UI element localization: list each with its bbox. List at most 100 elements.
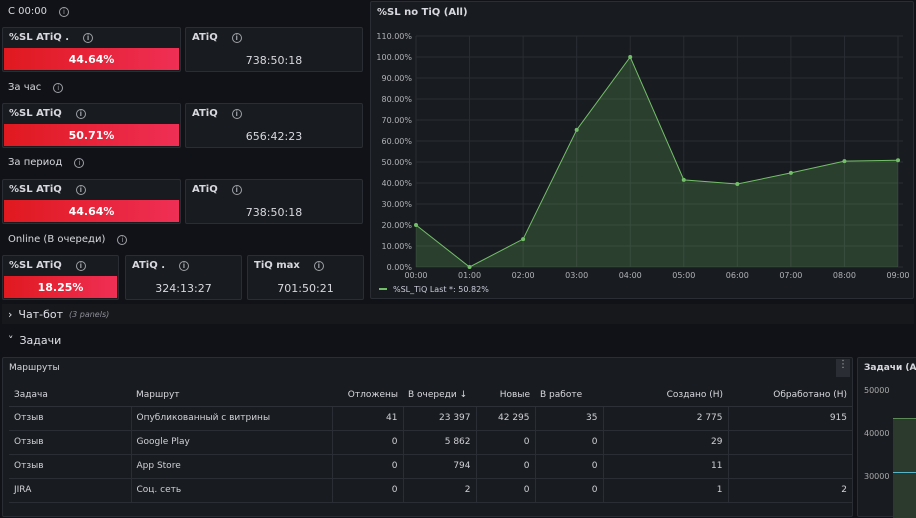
table-cell: 0 xyxy=(332,430,404,455)
table-cell: 794 xyxy=(403,454,477,479)
table-row: Отзыв App Store 0 794 0 0 11 xyxy=(9,454,852,479)
table-cell: Отзыв xyxy=(9,454,132,479)
table-cell xyxy=(728,454,852,479)
table-cell: 2 775 xyxy=(603,406,729,431)
x-tick-label: 08:00 xyxy=(833,271,856,280)
info-icon[interactable]: i xyxy=(75,108,86,119)
line-chart: 0.00%10.00%20.00%30.00%40.00%50.00%60.00… xyxy=(376,32,909,294)
table-cell: App Store xyxy=(131,454,333,479)
stat-value: 50.71% xyxy=(4,124,179,146)
y-tick-label: 30.00% xyxy=(381,200,412,209)
data-point xyxy=(842,159,847,164)
stat-value: 44.64% xyxy=(4,200,179,222)
stat-value: 656:42:23 xyxy=(245,130,303,143)
data-point xyxy=(574,127,579,132)
section-header: Online (В очереди) i xyxy=(8,234,128,245)
col-processed[interactable]: Обработано (H) xyxy=(728,384,852,407)
chevron-down-icon: ˅ xyxy=(8,333,14,347)
tasks-chart-panel: Задачи (All 50000 40000 30000 xyxy=(857,357,916,518)
col-queued[interactable]: В очереди ↓ xyxy=(403,384,476,407)
table-cell: 0 xyxy=(476,478,536,503)
table-cell: 35 xyxy=(535,406,604,431)
stat-panel-tiq-max: TiQ max i 701:50:21 xyxy=(247,255,364,300)
stat-value: 44.64% xyxy=(4,48,179,70)
info-icon[interactable]: i xyxy=(231,108,242,119)
y-tick-label: 60.00% xyxy=(381,137,412,146)
stat-value: 738:50:18 xyxy=(245,206,303,219)
section-header: С 00:00 i xyxy=(8,6,69,17)
section-title: Online (В очереди) xyxy=(8,234,106,245)
data-point xyxy=(896,158,900,163)
table-cell: Соц. сеть xyxy=(131,478,333,503)
info-icon[interactable]: i xyxy=(179,260,189,271)
panel-title: %SL ATiQ xyxy=(9,184,62,195)
info-icon[interactable]: i xyxy=(75,260,86,271)
info-icon[interactable]: i xyxy=(83,32,94,43)
table-cell: 0 xyxy=(535,454,604,479)
stat-panel-sl: %SL ATiQ . i 44.64% xyxy=(2,27,181,72)
line-series xyxy=(893,472,916,473)
data-point xyxy=(681,177,686,182)
panel-title: ATiQ xyxy=(192,184,218,195)
stat-panel-atiq: ATiQ i 738:50:18 xyxy=(185,179,363,224)
panel-title: Маршруты xyxy=(9,363,60,373)
area-series xyxy=(893,418,916,518)
table-cell: 0 xyxy=(476,430,536,455)
row-chatbot[interactable]: › Чат-бот (3 panels) xyxy=(2,304,914,324)
info-icon[interactable]: i xyxy=(74,157,85,168)
col-deferred[interactable]: Отложены xyxy=(332,384,403,407)
col-in-work[interactable]: В работе xyxy=(535,384,603,407)
y-tick-label: 50000 xyxy=(864,386,890,395)
data-point xyxy=(788,170,793,175)
stat-panel-sl: %SL ATiQ i 44.64% xyxy=(2,179,181,224)
stat-value: 324:13:27 xyxy=(155,282,212,295)
col-created[interactable]: Создано (H) xyxy=(603,384,728,407)
x-tick-label: 02:00 xyxy=(512,271,535,280)
info-icon[interactable]: i xyxy=(58,6,69,17)
table-cell: 42 295 xyxy=(476,406,536,431)
y-tick-label: 40000 xyxy=(864,429,890,438)
panel-menu-icon[interactable]: ⋮ xyxy=(836,359,850,377)
table-cell: Отзыв xyxy=(9,430,132,455)
table-cell: 0 xyxy=(332,454,404,479)
y-tick-label: 100.00% xyxy=(376,53,412,62)
x-tick-label: 01:00 xyxy=(458,271,481,280)
panel-title: ATiQ xyxy=(192,32,218,43)
col-new[interactable]: Новые xyxy=(476,384,535,407)
table-cell: 0 xyxy=(332,478,404,503)
row-title: Чат-бот xyxy=(18,307,63,321)
data-point xyxy=(414,223,418,227)
info-icon[interactable]: i xyxy=(117,234,128,245)
routes-table: Задача Маршрут Отложены В очереди ↓ Новы… xyxy=(9,384,852,503)
row-panel-count: (3 panels) xyxy=(69,309,110,319)
info-icon[interactable]: i xyxy=(53,82,64,93)
data-point xyxy=(467,265,472,269)
info-icon[interactable]: i xyxy=(75,184,86,195)
x-tick-label: 03:00 xyxy=(565,271,588,280)
section-title: За час xyxy=(8,82,42,93)
y-tick-label: 80.00% xyxy=(381,95,412,104)
info-icon[interactable]: i xyxy=(231,184,242,195)
stat-panel-atiq: ATiQ . i 324:13:27 xyxy=(125,255,242,300)
row-title: Задачи xyxy=(19,333,62,347)
info-icon[interactable]: i xyxy=(313,260,324,271)
stat-value: 701:50:21 xyxy=(277,282,334,295)
panel-title: ATiQ xyxy=(192,108,218,119)
info-icon[interactable]: i xyxy=(231,32,242,43)
table-cell: 11 xyxy=(603,454,729,479)
x-tick-label: 07:00 xyxy=(779,271,802,280)
row-tasks[interactable]: ˅ Задачи xyxy=(2,330,916,350)
y-tick-label: 90.00% xyxy=(381,74,412,83)
section-header: За час i xyxy=(8,82,64,93)
table-row: Отзыв Google Play 0 5 862 0 0 29 xyxy=(9,430,852,455)
x-tick-label: 09:00 xyxy=(886,271,909,280)
panel-title: %SL ATiQ . xyxy=(9,32,70,43)
stat-panel-sl: %SL ATiQ i 18.25% xyxy=(2,255,119,300)
y-tick-label: 50.00% xyxy=(381,158,412,167)
col-route[interactable]: Маршрут xyxy=(131,384,332,407)
col-task[interactable]: Задача xyxy=(9,384,131,407)
stat-value: 738:50:18 xyxy=(245,54,303,67)
stat-panel-atiq: ATiQ i 656:42:23 xyxy=(185,103,363,148)
data-point xyxy=(735,182,740,187)
section-header: За период i xyxy=(8,157,85,168)
